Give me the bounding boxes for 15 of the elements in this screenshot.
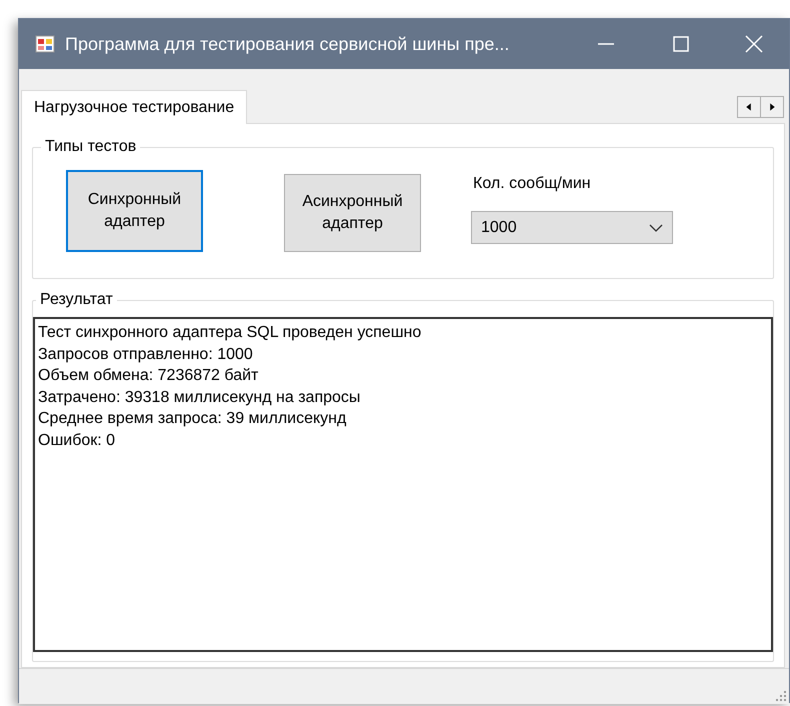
window-title: Программа для тестирования сервисной шины пре... (65, 32, 510, 56)
group-title: Результат (36, 290, 117, 310)
scroll-right-icon[interactable] (760, 96, 784, 118)
rate-dropdown[interactable]: 1000 (471, 211, 673, 244)
scroll-left-icon[interactable] (737, 96, 761, 118)
result-textbox[interactable]: Тест синхронного адаптера SQL проведен успешно Запросов отправленно: 1000 Объем обмена: 7236872 байт Затрачено: 39318 миллисекунд на запросы Среднее время запроса: 39 миллисекунд Ошибок: 0 (33, 317, 773, 652)
adapter-button[interactable]: Асинхронный адаптер (284, 174, 421, 252)
close-icon[interactable] (745, 35, 763, 53)
app-icon (35, 34, 55, 54)
adapter-button[interactable]: Синхронный адаптер (66, 170, 203, 252)
tab[interactable]: Нагрузочное тестирование (21, 90, 248, 124)
chevron-down-icon (649, 224, 663, 232)
rate-label: Кол. сообщ/мин (473, 174, 592, 194)
maximize-icon[interactable] (673, 36, 689, 52)
resize-grip-icon[interactable] (775, 690, 787, 702)
